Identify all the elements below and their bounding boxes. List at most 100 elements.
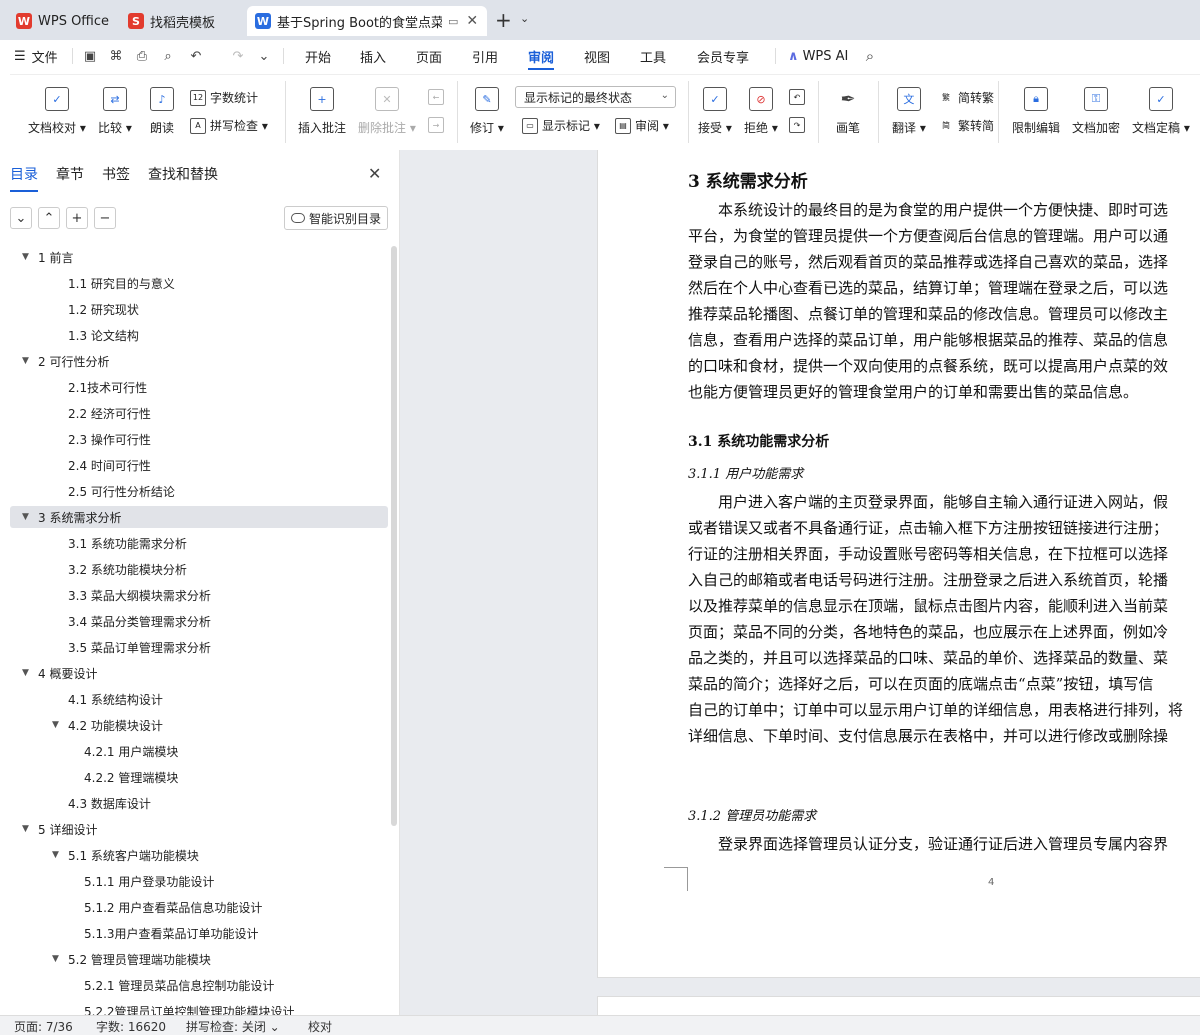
menu-member[interactable]: 会员专享: [697, 40, 749, 72]
page-indicator[interactable]: 页面: 7/36: [14, 1018, 73, 1035]
new-tab-icon[interactable]: +: [495, 8, 512, 32]
expand-triangle-icon[interactable]: ▼: [22, 512, 32, 522]
share-icon[interactable]: ⌘: [108, 48, 124, 64]
menu-tools[interactable]: 工具: [640, 40, 666, 72]
revise-button[interactable]: ✎ 修订 ▾: [470, 87, 504, 136]
toc-item[interactable]: ▼ 5 详细设计: [10, 818, 388, 840]
translate-button[interactable]: 文 翻译 ▾: [892, 87, 926, 136]
proofread-indicator[interactable]: 校对: [308, 1018, 332, 1035]
tab-docer[interactable]: S 找稻壳模板: [120, 6, 242, 36]
toc-item[interactable]: 2.2 经济可行性: [10, 402, 388, 424]
tab-find-replace[interactable]: 查找和替换: [148, 164, 218, 186]
redo-icon[interactable]: ↷: [230, 48, 246, 64]
collapse-up-button[interactable]: ⌃: [38, 207, 60, 229]
toc-item[interactable]: 5.2.1 管理员菜品信息控制功能设计: [10, 974, 388, 996]
toc-item[interactable]: 4.2.1 用户端模块: [10, 740, 388, 762]
close-panel-icon[interactable]: ✕: [368, 164, 381, 183]
toc-item[interactable]: 3.1 系统功能需求分析: [10, 532, 388, 554]
toc-item[interactable]: ▼ 3 系统需求分析: [10, 506, 388, 528]
file-menu[interactable]: ☰ 文件: [14, 40, 58, 72]
smart-toc-button[interactable]: 智能识别目录: [284, 206, 388, 230]
tab-toc[interactable]: 目录: [10, 164, 38, 192]
next-comment-button[interactable]: →: [428, 117, 448, 133]
restrict-edit-button[interactable]: 🔒︎ 限制编辑: [1012, 87, 1060, 136]
chevron-down-icon[interactable]: ⌄: [520, 12, 529, 25]
expand-triangle-icon[interactable]: ▼: [52, 720, 62, 730]
toc-item[interactable]: 3.2 系统功能模块分析: [10, 558, 388, 580]
expand-down-button[interactable]: ⌄: [10, 207, 32, 229]
undo-icon[interactable]: ↶: [188, 48, 204, 64]
expand-triangle-icon[interactable]: ▼: [52, 954, 62, 964]
print-icon[interactable]: ⎙: [134, 48, 150, 64]
word-count-button[interactable]: 12 字数统计: [190, 89, 258, 106]
search-icon[interactable]: ⌕: [862, 47, 878, 65]
tab-wps-office[interactable]: W WPS Office: [8, 6, 116, 36]
review-pane-button[interactable]: ▤ 审阅 ▾: [615, 117, 669, 134]
panel-scrollbar[interactable]: [391, 246, 397, 826]
print-preview-icon[interactable]: ⌕: [160, 48, 176, 64]
toc-item[interactable]: 2.3 操作可行性: [10, 428, 388, 450]
toc-item[interactable]: 1.2 研究现状: [10, 298, 388, 320]
remove-heading-button[interactable]: −: [94, 207, 116, 229]
expand-triangle-icon[interactable]: ▼: [52, 850, 62, 860]
toc-item[interactable]: ▼ 5.1 系统客户端功能模块: [10, 844, 388, 866]
accept-button[interactable]: ✓ 接受 ▾: [698, 87, 732, 136]
toc-item[interactable]: 2.4 时间可行性: [10, 454, 388, 476]
toc-item[interactable]: 1.3 论文结构: [10, 324, 388, 346]
markup-state-select[interactable]: 显示标记的最终状态 ⌄: [515, 86, 676, 108]
save-icon[interactable]: ▣: [82, 48, 98, 64]
tab-bookmarks[interactable]: 书签: [102, 164, 130, 186]
add-heading-button[interactable]: +: [66, 207, 88, 229]
word-count-indicator[interactable]: 字数: 16620: [96, 1018, 166, 1035]
toc-item[interactable]: 3.5 菜品订单管理需求分析: [10, 636, 388, 658]
finalize-button[interactable]: ✓ 文档定稿 ▾: [1132, 87, 1190, 136]
toc-item[interactable]: ▼ 1 前言: [10, 246, 388, 268]
toc-item[interactable]: 2.1技术可行性: [10, 376, 388, 398]
close-icon[interactable]: ✕: [466, 13, 478, 29]
tab-chapters[interactable]: 章节: [56, 164, 84, 186]
tab-document[interactable]: W 基于Spring Boot的食堂点菜管 ▭ ✕: [247, 6, 487, 36]
menu-page[interactable]: 页面: [416, 40, 442, 72]
toc-item[interactable]: 5.2.2管理员订单控制管理功能模块设计: [10, 1000, 388, 1016]
toc-item[interactable]: 5.1.3用户查看菜品订单功能设计: [10, 922, 388, 944]
pen-button[interactable]: ✒ 画笔: [836, 87, 860, 136]
menu-start[interactable]: 开始: [305, 40, 331, 72]
spell-check-button[interactable]: A 拼写检查 ▾: [190, 117, 268, 134]
menu-insert[interactable]: 插入: [360, 40, 386, 72]
expand-triangle-icon[interactable]: ▼: [22, 824, 32, 834]
next-change-button[interactable]: ↷: [789, 117, 809, 133]
menu-review[interactable]: 审阅: [528, 40, 555, 72]
expand-triangle-icon[interactable]: ▼: [22, 356, 32, 366]
prev-change-button[interactable]: ↶: [789, 89, 809, 105]
toc-item[interactable]: ▼ 4 概要设计: [10, 662, 388, 684]
compare-button[interactable]: ⇄ 比较 ▾: [98, 87, 132, 136]
toc-item[interactable]: 3.4 菜品分类管理需求分析: [10, 610, 388, 632]
toc-item[interactable]: ▼ 5.2 管理员管理端功能模块: [10, 948, 388, 970]
toc-item[interactable]: 1.1 研究目的与意义: [10, 272, 388, 294]
chevron-down-icon[interactable]: ⌄: [256, 48, 272, 64]
reject-button[interactable]: ⊘ 拒绝 ▾: [744, 87, 778, 136]
insert-comment-button[interactable]: + 插入批注: [298, 87, 346, 136]
menu-reference[interactable]: 引用: [472, 40, 498, 72]
toc-item[interactable]: 3.3 菜品大纲模块需求分析: [10, 584, 388, 606]
prev-comment-button[interactable]: ←: [428, 89, 448, 105]
encrypt-button[interactable]: ⚿ 文档加密: [1072, 87, 1120, 136]
show-markup-button[interactable]: ▭ 显示标记 ▾: [522, 117, 600, 134]
menu-view[interactable]: 视图: [584, 40, 610, 72]
toc-item[interactable]: ▼ 4.2 功能模块设计: [10, 714, 388, 736]
toc-item[interactable]: ▼ 2 可行性分析: [10, 350, 388, 372]
toc-item[interactable]: 4.1 系统结构设计: [10, 688, 388, 710]
to-simplified-button[interactable]: 简 繁转简: [938, 117, 994, 134]
expand-triangle-icon[interactable]: ▼: [22, 252, 32, 262]
toc-item[interactable]: 4.3 数据库设计: [10, 792, 388, 814]
read-aloud-button[interactable]: ♪ 朗读: [150, 87, 174, 136]
wps-ai-button[interactable]: ∧ WPS AI: [788, 40, 848, 72]
to-traditional-button[interactable]: 繁 简转繁: [938, 89, 994, 106]
toc-item[interactable]: 4.2.2 管理端模块: [10, 766, 388, 788]
delete-comment-button[interactable]: ✕ 删除批注 ▾: [358, 87, 416, 136]
toc-item[interactable]: 5.1.1 用户登录功能设计: [10, 870, 388, 892]
toc-item[interactable]: 5.1.2 用户查看菜品信息功能设计: [10, 896, 388, 918]
doc-check-button[interactable]: ✓ 文档校对 ▾: [28, 87, 86, 136]
spell-check-indicator[interactable]: 拼写检查: 关闭 ⌄: [186, 1018, 280, 1035]
toc-item[interactable]: 2.5 可行性分析结论: [10, 480, 388, 502]
